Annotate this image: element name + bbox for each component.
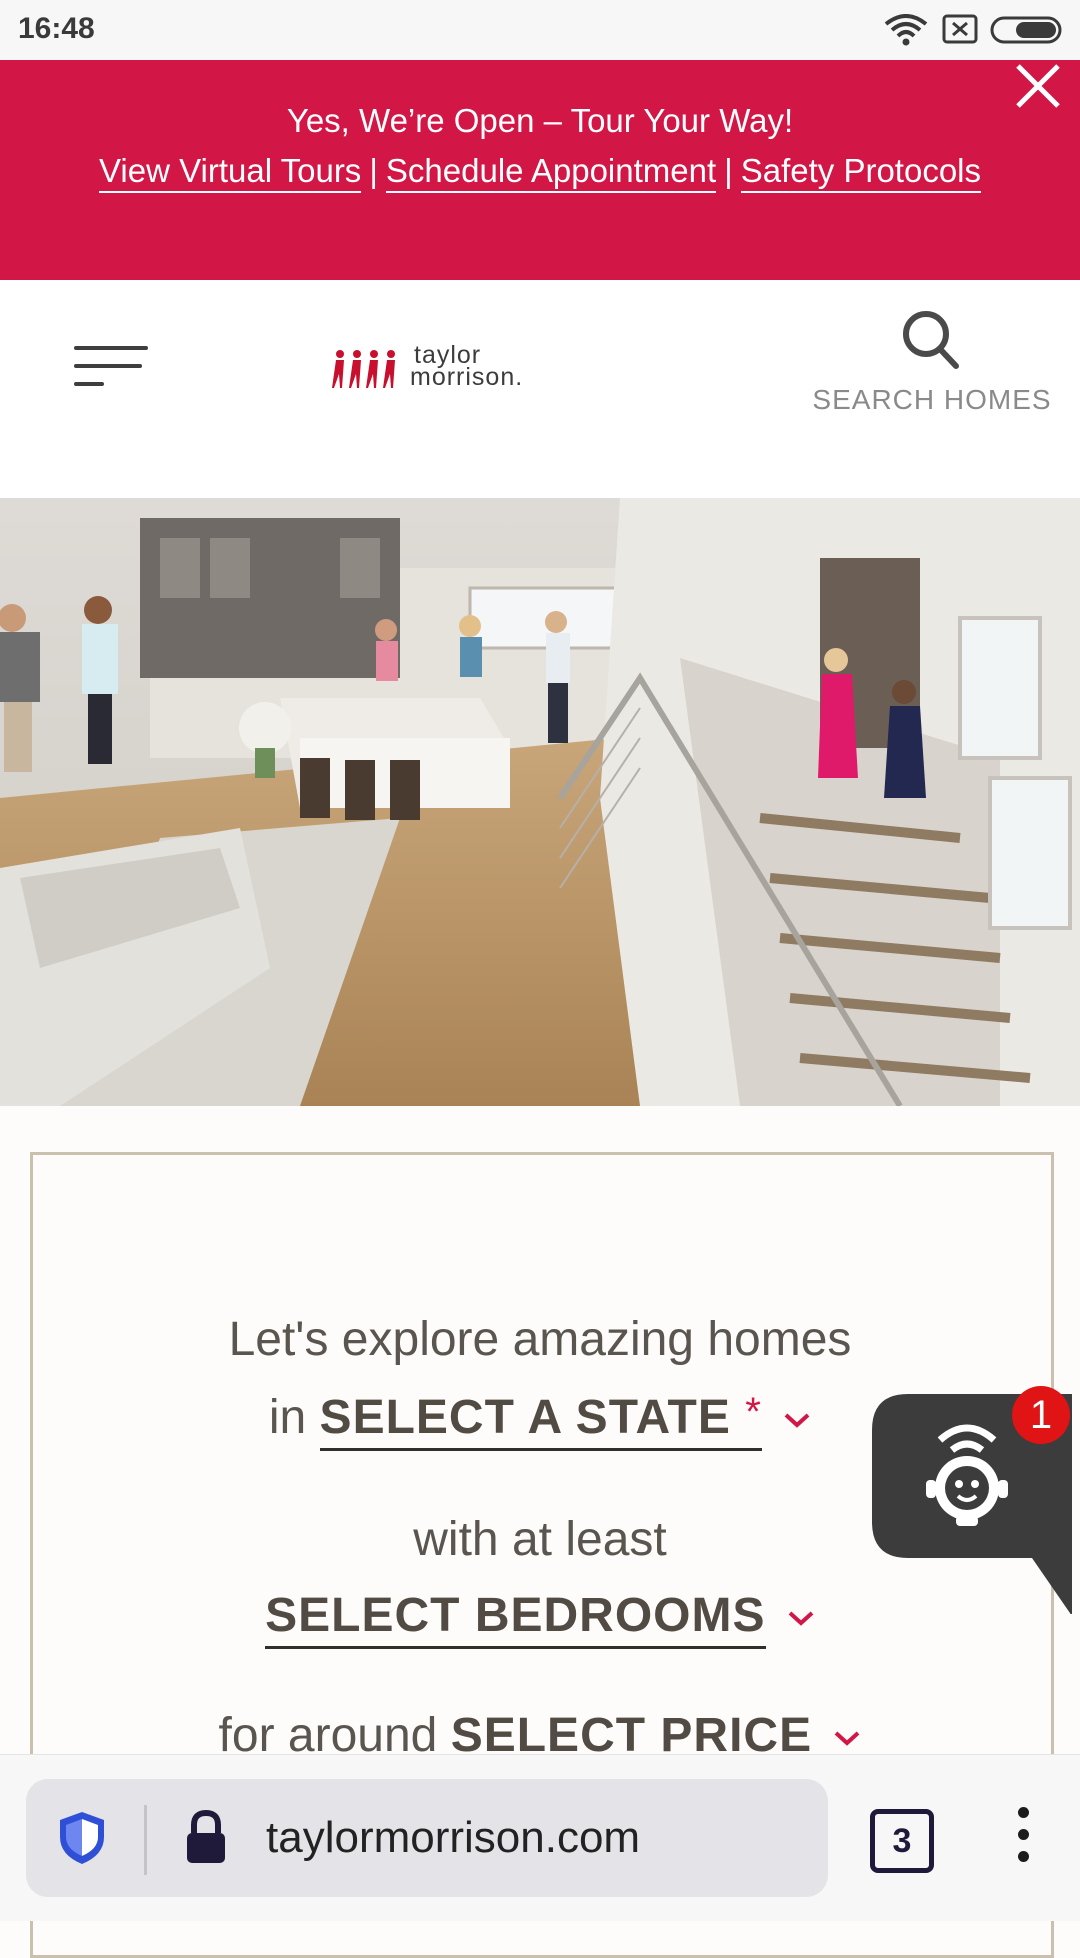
battery-icon (990, 16, 1062, 44)
brand-logo[interactable]: taylor morrison. (330, 340, 560, 400)
link-separator: | (724, 152, 733, 189)
logo-figures-icon (332, 350, 395, 388)
browser-toolbar: taylormorrison.com 3 (0, 1754, 1080, 1921)
search-homes-button[interactable]: SEARCH HOMES (792, 306, 1072, 426)
chatbot-icon (926, 1424, 1008, 1526)
more-options-icon[interactable] (1018, 1807, 1032, 1867)
required-mark: * (745, 1390, 762, 1434)
address-bar[interactable]: taylormorrison.com (26, 1779, 828, 1897)
safety-protocols-link[interactable]: Safety Protocols (740, 152, 981, 193)
bedrooms-select[interactable]: SELECT BEDROOMS (265, 1589, 766, 1649)
search-homes-label: SEARCH HOMES (812, 384, 1052, 415)
promo-links: View Virtual Tours | Schedule Appointment |… (0, 152, 1080, 193)
lock-icon[interactable] (184, 1809, 228, 1865)
search-icon (903, 311, 959, 369)
url-text[interactable]: taylormorrison.com (266, 1813, 640, 1863)
status-bar: 16:48 (0, 0, 1080, 60)
chat-widget-button[interactable]: 1 (872, 1386, 1072, 1616)
status-time: 16:48 (18, 12, 95, 45)
menu-icon[interactable] (74, 346, 150, 396)
chevron-down-icon[interactable] (783, 1411, 811, 1429)
tab-switcher-button[interactable]: 3 (870, 1809, 934, 1873)
chevron-down-icon[interactable] (787, 1609, 815, 1627)
address-divider (144, 1805, 147, 1875)
shield-icon[interactable] (56, 1809, 108, 1867)
wifi-icon (884, 14, 928, 46)
state-prefix: in (268, 1391, 307, 1444)
view-virtual-tours-link[interactable]: View Virtual Tours (99, 152, 362, 193)
state-select[interactable]: SELECT A STATE * (319, 1390, 762, 1451)
hero-image (0, 498, 1080, 1106)
promo-banner: Yes, We’re Open – Tour Your Way! View Vi… (0, 60, 1080, 280)
promo-headline: Yes, We’re Open – Tour Your Way! (286, 102, 794, 139)
chevron-down-icon[interactable] (833, 1729, 861, 1747)
no-sim-icon (942, 14, 978, 44)
schedule-appointment-link[interactable]: Schedule Appointment (385, 152, 717, 193)
logo-wordmark: taylor morrison. (410, 341, 524, 391)
notification-badge: 1 (1012, 1386, 1070, 1444)
search-intro-text: Let's explore amazing homes (228, 1313, 852, 1366)
site-header: taylor morrison. SEARCH HOMES (0, 280, 1080, 498)
link-separator: | (369, 152, 378, 189)
